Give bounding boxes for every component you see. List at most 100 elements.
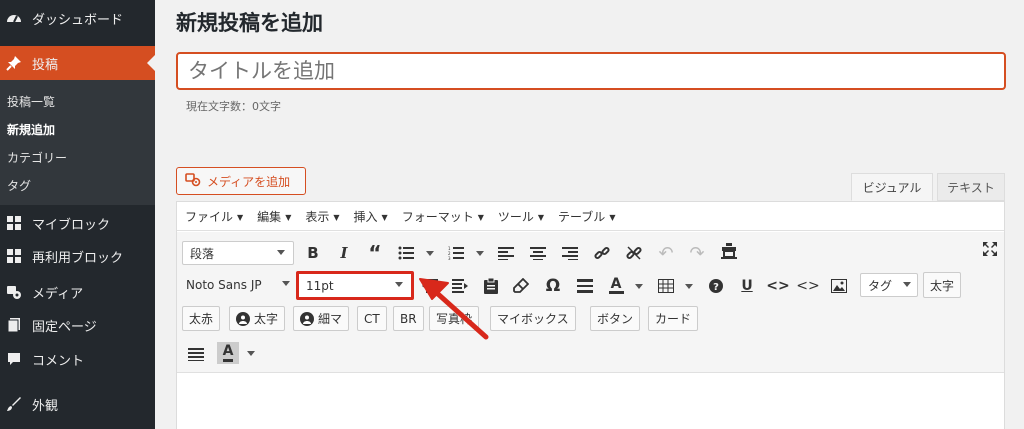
tag-select[interactable]: タグ bbox=[860, 273, 918, 297]
menu-label: 表示 bbox=[305, 209, 330, 224]
sidebar-item-dashboard[interactable]: ダッシュボード bbox=[0, 3, 155, 33]
submenu-add-new[interactable]: 新規追加 bbox=[7, 121, 55, 138]
quick-button-photo-frame[interactable]: 写真枠 bbox=[429, 306, 480, 331]
code-tag-icon[interactable]: <> bbox=[796, 275, 819, 297]
blockquote-icon[interactable]: “ bbox=[364, 241, 386, 265]
font-family-value: Noto Sans JP bbox=[186, 278, 262, 292]
sidebar-item-pages[interactable]: 固定ページ bbox=[0, 310, 155, 340]
align-left-icon[interactable] bbox=[495, 242, 517, 264]
align-center-icon[interactable] bbox=[527, 242, 549, 264]
italic-icon[interactable]: I bbox=[333, 242, 355, 264]
brush-icon bbox=[5, 395, 23, 413]
user-icon bbox=[236, 311, 250, 326]
sidebar-item-label: 固定ページ bbox=[32, 319, 97, 335]
chevron-down-icon[interactable] bbox=[685, 284, 693, 289]
clear-formatting-icon[interactable] bbox=[510, 275, 532, 297]
chevron-down-icon: ▼ bbox=[285, 212, 292, 222]
background-color-icon[interactable]: A bbox=[217, 342, 239, 364]
sidebar-item-comments[interactable]: コメント bbox=[0, 344, 155, 374]
font-family-select[interactable]: Noto Sans JP bbox=[182, 273, 292, 297]
grid-icon bbox=[5, 247, 23, 265]
editor-content[interactable] bbox=[177, 373, 1004, 429]
quick-button-label: 太赤 bbox=[189, 312, 214, 326]
quick-button-br[interactable]: BR bbox=[393, 306, 424, 331]
menu-label: テーブル bbox=[558, 209, 606, 224]
link-icon[interactable] bbox=[591, 242, 613, 264]
quick-button-bold[interactable]: 太字 bbox=[229, 306, 286, 331]
menu-format[interactable]: フォーマット ▼ bbox=[402, 208, 484, 225]
horizontal-line-icon[interactable] bbox=[574, 275, 596, 297]
chevron-down-icon bbox=[395, 282, 403, 287]
numbered-list-icon[interactable]: 123 bbox=[445, 242, 467, 264]
underline-icon[interactable]: U bbox=[736, 275, 758, 297]
paragraph-lines-icon[interactable] bbox=[185, 343, 207, 365]
classic-editor: ファイル ▼ 編集 ▼ 表示 ▼ 挿入 ▼ フォーマット ▼ ツール ▼ テーブル ▼ 段落 … bbox=[176, 201, 1005, 429]
outdent-icon[interactable] bbox=[419, 275, 441, 297]
chevron-down-icon: ▼ bbox=[609, 212, 616, 222]
menu-label: ツール bbox=[497, 209, 534, 224]
tab-text[interactable]: テキスト bbox=[937, 173, 1005, 201]
image-icon[interactable] bbox=[828, 275, 850, 297]
special-character-icon[interactable]: Ω bbox=[542, 275, 564, 297]
text-color-icon[interactable]: A bbox=[605, 275, 627, 297]
page-title: 新規投稿を追加 bbox=[176, 11, 323, 35]
menu-table[interactable]: テーブル ▼ bbox=[558, 208, 615, 225]
chevron-down-icon[interactable] bbox=[247, 351, 255, 356]
sidebar-item-reusable-blocks[interactable]: 再利用ブロック bbox=[0, 241, 155, 271]
sidebar-item-label: 投稿 bbox=[32, 57, 59, 73]
sidebar-item-appearance[interactable]: 外観 bbox=[0, 389, 155, 419]
table-icon[interactable] bbox=[655, 275, 677, 297]
fullscreen-icon[interactable] bbox=[979, 238, 1001, 260]
svg-text:3: 3 bbox=[448, 256, 451, 260]
admin-sidebar: ダッシュボード 投稿 投稿一覧 新規追加 カテゴリー タグ マイブロック 再利用… bbox=[0, 0, 155, 429]
help-icon[interactable]: ? bbox=[705, 275, 727, 297]
undo-icon[interactable]: ↶ bbox=[655, 242, 677, 264]
add-media-button[interactable]: メディアを追加 bbox=[176, 167, 306, 195]
quick-button-thin-marker[interactable]: 細マ bbox=[293, 306, 350, 331]
code-icon[interactable]: <> bbox=[766, 275, 789, 297]
menu-label: 編集 bbox=[257, 209, 282, 224]
quick-button-button[interactable]: ボタン bbox=[590, 306, 641, 331]
chevron-down-icon[interactable] bbox=[476, 251, 484, 256]
chevron-down-icon[interactable] bbox=[426, 251, 434, 256]
bold-icon[interactable]: B bbox=[302, 242, 324, 264]
menu-edit[interactable]: 編集 ▼ bbox=[257, 208, 291, 225]
quick-button-label: 写真枠 bbox=[436, 312, 473, 326]
submenu-all-posts[interactable]: 投稿一覧 bbox=[7, 93, 55, 110]
menu-label: フォーマット bbox=[401, 209, 474, 224]
menu-file[interactable]: ファイル ▼ bbox=[185, 208, 243, 225]
quick-button-label: 太字 bbox=[254, 312, 279, 326]
bullet-list-icon[interactable] bbox=[395, 242, 417, 264]
indent-icon[interactable] bbox=[449, 275, 471, 297]
add-media-icon bbox=[185, 172, 201, 190]
sidebar-item-my-blocks[interactable]: マイブロック bbox=[0, 208, 155, 238]
submenu-tags[interactable]: タグ bbox=[7, 177, 31, 194]
paste-text-icon[interactable] bbox=[480, 275, 502, 297]
toolbar-toggle-icon[interactable] bbox=[718, 240, 740, 262]
tab-visual[interactable]: ビジュアル bbox=[851, 173, 933, 201]
dashboard-icon bbox=[5, 9, 23, 27]
quick-button-my-box[interactable]: マイボックス bbox=[490, 306, 576, 331]
chevron-down-icon: ▼ bbox=[537, 212, 545, 222]
font-size-value: 11pt bbox=[306, 278, 334, 293]
media-icon bbox=[5, 283, 23, 301]
chevron-down-icon: ▼ bbox=[381, 212, 388, 222]
bold-jp-button[interactable]: 太字 bbox=[923, 272, 962, 298]
align-right-icon[interactable] bbox=[559, 242, 581, 264]
unlink-icon[interactable] bbox=[623, 242, 645, 264]
quick-button-ct[interactable]: CT bbox=[357, 306, 387, 331]
quick-button-bold-red[interactable]: 太赤 bbox=[182, 306, 221, 331]
chevron-down-icon: ▼ bbox=[333, 212, 340, 222]
submenu-categories[interactable]: カテゴリー bbox=[7, 149, 67, 166]
format-select[interactable]: 段落 bbox=[182, 241, 294, 265]
sidebar-item-posts[interactable]: 投稿 bbox=[0, 46, 155, 80]
menu-tools[interactable]: ツール ▼ bbox=[498, 208, 544, 225]
chevron-down-icon[interactable] bbox=[635, 284, 643, 289]
redo-icon[interactable]: ↷ bbox=[686, 242, 708, 264]
post-title-input[interactable] bbox=[176, 52, 1006, 90]
sidebar-item-media[interactable]: メディア bbox=[0, 277, 155, 307]
quick-button-card[interactable]: カード bbox=[648, 306, 699, 331]
font-size-select[interactable]: 11pt bbox=[296, 271, 414, 300]
menu-view[interactable]: 表示 ▼ bbox=[305, 208, 339, 225]
menu-insert[interactable]: 挿入 ▼ bbox=[354, 208, 388, 225]
